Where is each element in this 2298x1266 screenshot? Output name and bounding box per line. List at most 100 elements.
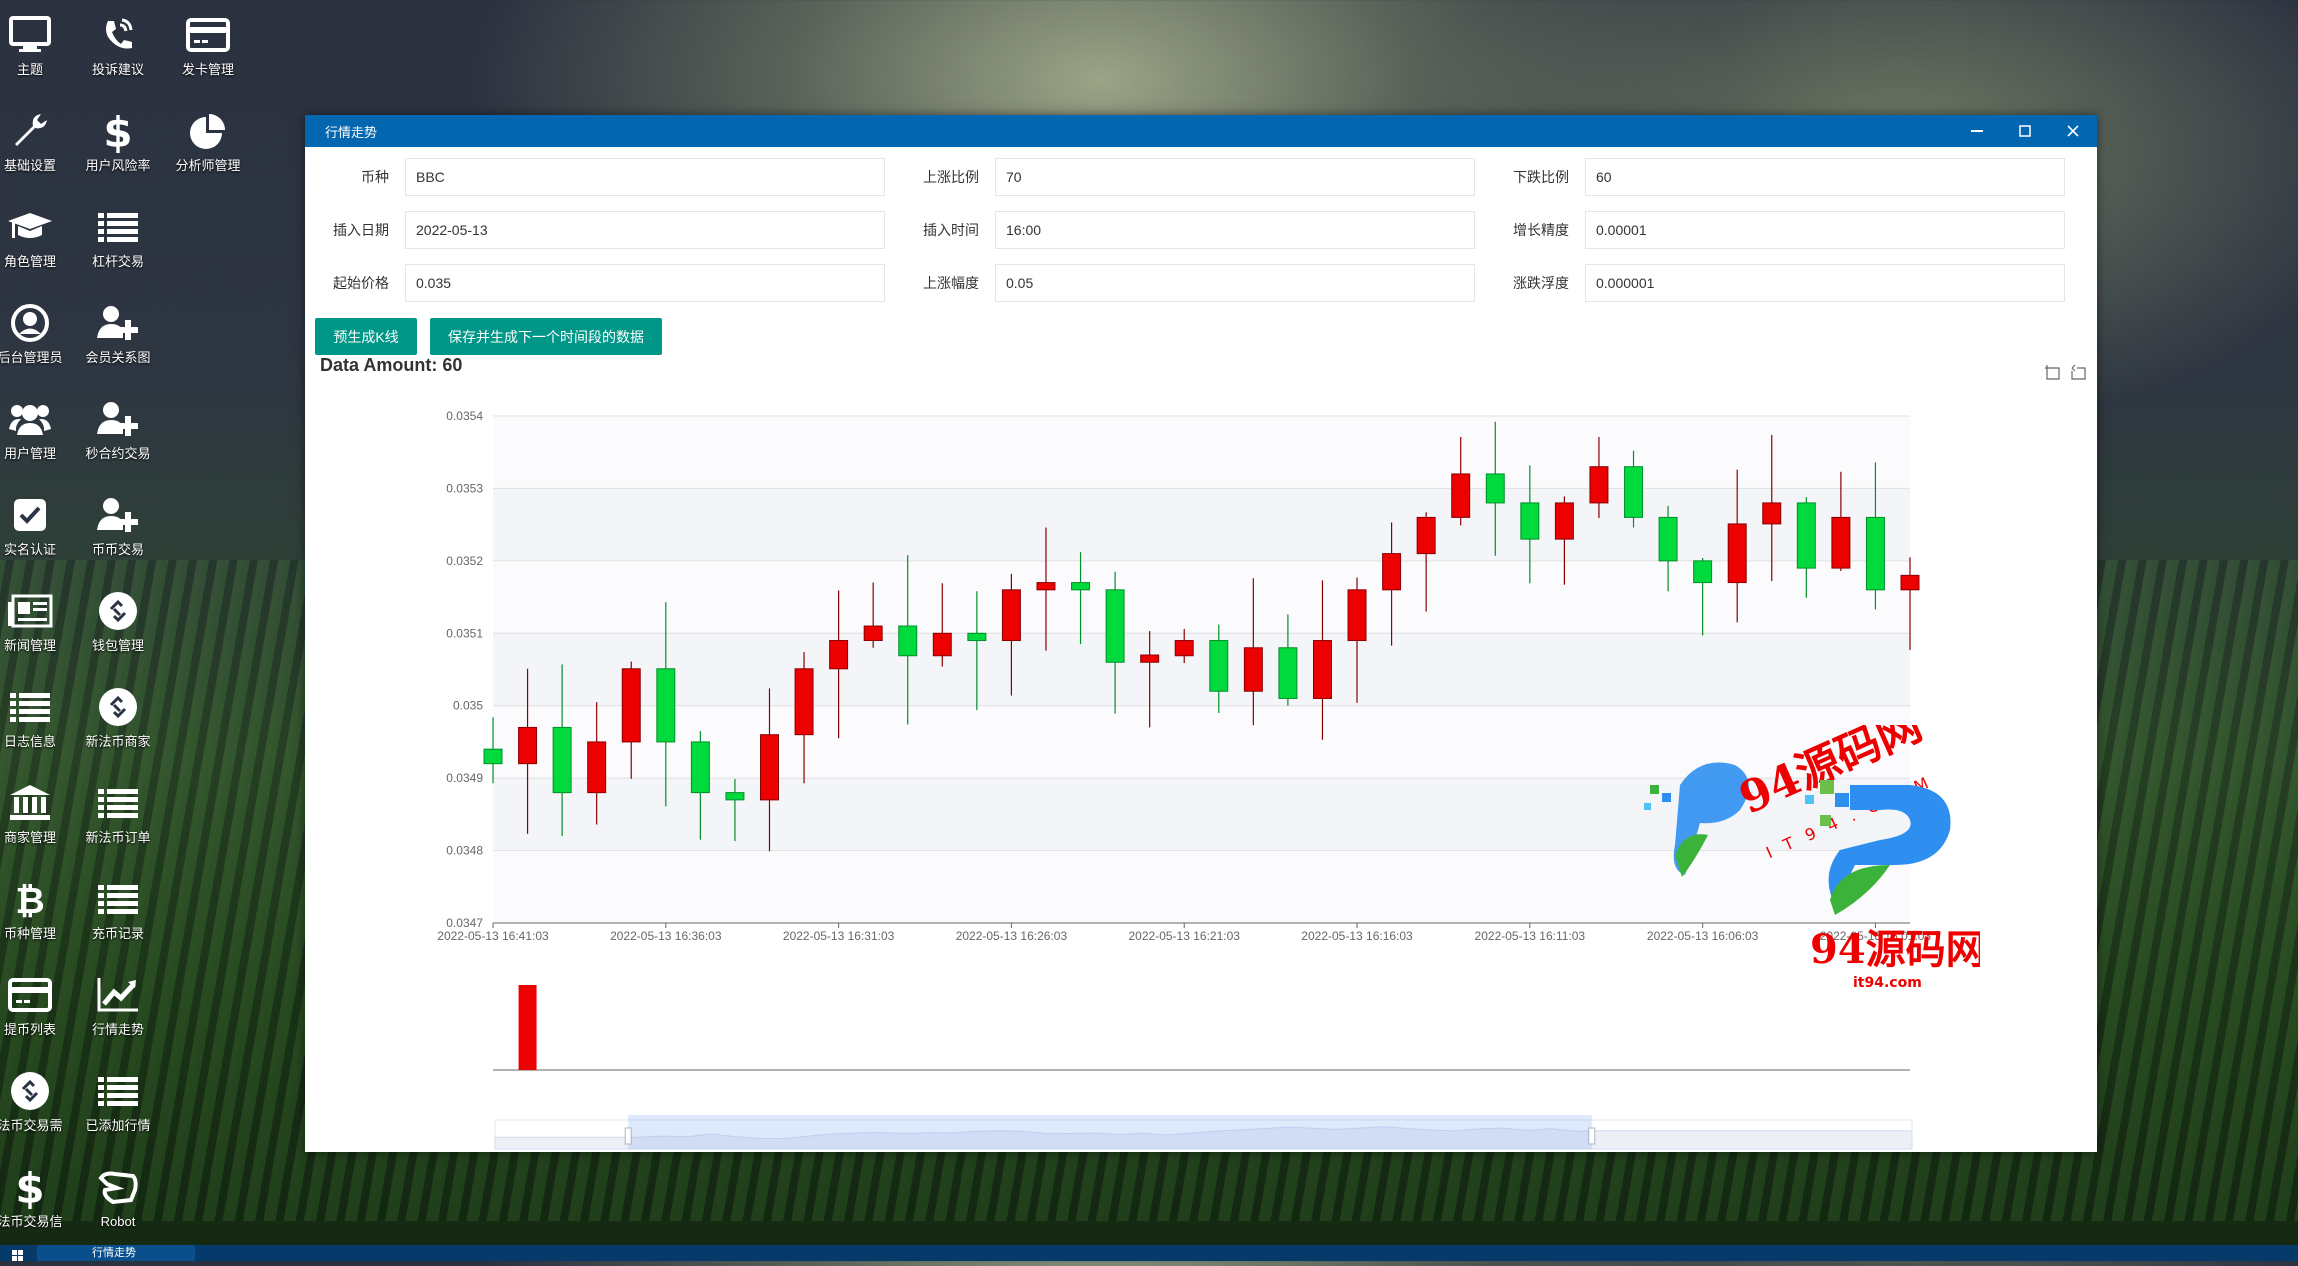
desktop-icon[interactable]: 日志信息	[0, 676, 75, 766]
growth-precision-input[interactable]	[1585, 211, 2065, 249]
y-tick-label: 0.0351	[446, 626, 483, 640]
desktop-icon[interactable]: 新法币订单	[73, 772, 163, 862]
desktop-icon-label: 提币列表	[3, 1022, 56, 1037]
rise-range-input[interactable]	[995, 264, 1475, 302]
coin-input[interactable]	[405, 158, 885, 196]
desktop-icon[interactable]: 用户管理	[0, 388, 75, 478]
x-tick-label: 2022-05-13 16:26:03	[956, 929, 1068, 943]
desktop-icon[interactable]: 行情走势	[73, 964, 163, 1054]
volume-bar	[518, 985, 537, 1070]
graduation-cap-icon	[0, 202, 75, 252]
desktop-icon[interactable]: 已添加行情	[73, 1060, 163, 1150]
fall-ratio-input[interactable]	[1585, 158, 2065, 196]
desktop-icon[interactable]: 新法币商家	[73, 676, 163, 766]
desktop-icon[interactable]: 后台管理员	[0, 292, 75, 382]
fluctuation-input[interactable]	[1585, 264, 2065, 302]
desktop-icon[interactable]: Robot	[73, 1156, 163, 1246]
user-circle-icon	[0, 298, 75, 348]
candle-body	[863, 625, 883, 642]
save-and-generate-next-button[interactable]: 保存并生成下一个时间段的数据	[430, 318, 662, 355]
desktop-icon[interactable]: 主题	[0, 4, 75, 94]
desktop-icon[interactable]: $ 用户风险率	[73, 100, 163, 190]
desktop-icon[interactable]: 充币记录	[73, 868, 163, 958]
desktop-icon-label: 法币交易需	[0, 1118, 63, 1133]
candle-body	[656, 668, 676, 743]
y-tick-label: 0.0354	[446, 409, 483, 423]
credit-card-icon	[163, 10, 253, 60]
datazoom-end-handle[interactable]	[1588, 1127, 1596, 1145]
desktop-icon[interactable]: 实名认证	[0, 484, 75, 574]
desktop-icon-label: 用户风险率	[85, 158, 151, 173]
desktop-icon[interactable]: 提币列表	[0, 964, 75, 1054]
desktop-icon[interactable]: 投诉建议	[73, 4, 163, 94]
svg-text:$: $	[15, 1165, 44, 1209]
list-icon	[73, 1066, 163, 1116]
datazoom-start-handle[interactable]	[624, 1127, 632, 1145]
field-label: 插入日期	[333, 222, 389, 238]
field-insert-time: 插入时间	[895, 210, 1475, 250]
desktop-icon[interactable]: $ 法币交易信	[0, 1156, 75, 1246]
desktop-icon-label: 实名认证	[3, 542, 56, 557]
field-rise-range: 上涨幅度	[895, 263, 1475, 303]
desktop-icon[interactable]: 会员关系图	[73, 292, 163, 382]
taskbar-item-market-trend[interactable]: 行情走势	[37, 1245, 195, 1261]
field-label: 插入时间	[923, 222, 979, 238]
area-zoom-button[interactable]	[2043, 363, 2061, 386]
candle-body	[1278, 647, 1298, 699]
desktop-icon[interactable]: 发卡管理	[163, 4, 253, 94]
desktop-icon[interactable]: 角色管理	[0, 196, 75, 286]
desktop-icon-label: 新法币商家	[85, 734, 151, 749]
desktop-icon-label: 分析师管理	[175, 158, 241, 173]
desktop-icon-label: 钱包管理	[91, 638, 144, 653]
y-tick-label: 0.0353	[446, 481, 483, 495]
start-button[interactable]	[0, 1245, 36, 1261]
pregenerate-kline-button[interactable]: 预生成K线	[315, 318, 417, 355]
desktop-icon-label: 投诉建议	[91, 62, 144, 77]
desktop-icon-label: 币币交易	[91, 542, 144, 557]
desktop-icon[interactable]: 币币交易	[73, 484, 163, 574]
insert-time-input[interactable]	[995, 211, 1475, 249]
newspaper-icon	[0, 586, 75, 636]
field-growth-precision: 增长精度	[1485, 210, 2065, 250]
desktop-icon[interactable]: 分析师管理	[163, 100, 253, 190]
zoom-reset-icon	[2071, 364, 2086, 380]
check-square-icon	[0, 490, 75, 540]
x-tick-label: 2022-05-13 16:41:03	[437, 929, 549, 943]
list-icon	[73, 202, 163, 252]
desktop-icon[interactable]: 钱包管理	[73, 580, 163, 670]
candle-body	[621, 668, 641, 743]
x-tick-label: 2022-05-13 16:16:03	[1301, 929, 1413, 943]
desktop-icon-label: 角色管理	[3, 254, 56, 269]
list-icon	[73, 874, 163, 924]
desktop-icon[interactable]: ₿ 币种管理	[0, 868, 75, 958]
area-zoom-icon	[2045, 365, 2060, 380]
dollar-icon: $	[0, 1162, 75, 1212]
data-amount-label: Data Amount: 60	[320, 355, 463, 375]
candle-body	[690, 741, 710, 794]
list-icon	[73, 778, 163, 828]
start-price-input[interactable]	[405, 264, 885, 302]
desktop-icon[interactable]: 秒合约交易	[73, 388, 163, 478]
desktop-icon[interactable]: 新闻管理	[0, 580, 75, 670]
split-area	[493, 488, 1910, 561]
candle-body	[1796, 502, 1816, 569]
desktop-icon-label: 日志信息	[3, 734, 56, 749]
desktop-icon-label: 新法币订单	[85, 830, 151, 845]
insert-date-input[interactable]	[405, 211, 885, 249]
candle-body	[1036, 582, 1056, 591]
candle-body	[1312, 640, 1332, 699]
field-label: 下跌比例	[1513, 169, 1569, 185]
desktop-icon[interactable]: 杠杆交易	[73, 196, 163, 286]
candle-body	[1416, 516, 1436, 555]
field-label: 增长精度	[1513, 222, 1569, 238]
desktop-icon[interactable]: 法币交易需	[0, 1060, 75, 1150]
candle-body	[932, 632, 952, 657]
desktop-icon[interactable]: 基础设置	[0, 100, 75, 190]
zoom-reset-button[interactable]	[2069, 363, 2087, 386]
field-fluctuation: 涨跌浮度	[1485, 263, 2065, 303]
desktop-icon[interactable]: 商家管理	[0, 772, 75, 862]
users-icon	[0, 394, 75, 444]
rise-ratio-input[interactable]	[995, 158, 1475, 196]
y-tick-label: 0.0352	[446, 554, 483, 568]
candle-body	[760, 734, 779, 801]
